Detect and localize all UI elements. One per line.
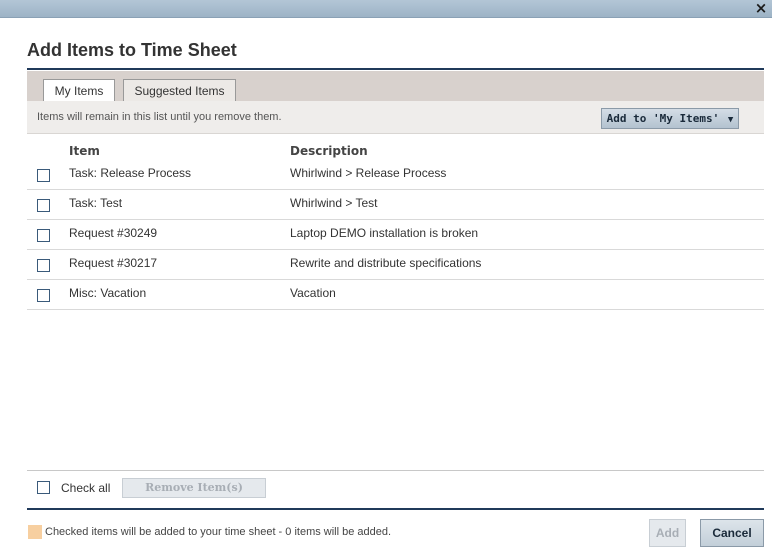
check-all-label[interactable]: Check all [61,481,110,495]
cancel-button[interactable]: Cancel [700,519,764,547]
tab-bar: My Items Suggested Items [27,71,764,101]
row-item: Task: Test [69,196,123,210]
footer-legend-text: Checked items will be added to your time… [45,526,392,538]
row-description: Whirlwind > Test [290,196,378,210]
row-item: Misc: Vacation [69,286,147,300]
chevron-down-icon: ▼ [727,115,734,125]
row-checkbox[interactable] [37,169,50,182]
column-header-description: Description [290,144,368,158]
row-checkbox[interactable] [37,289,50,302]
list-bottom-divider [27,470,764,471]
row-checkbox[interactable] [37,199,50,212]
info-bar: Items will remain in this list until you… [27,101,764,134]
remove-items-button[interactable]: Remove Item(s) [122,478,266,498]
info-text: Items will remain in this list until you… [37,111,282,123]
close-icon[interactable]: × [754,0,768,17]
add-to-my-items-button[interactable]: Add to 'My Items' ▼ [601,108,739,129]
table-row: Request #30249 Laptop DEMO installation … [27,220,764,250]
column-header-item: Item [69,144,100,158]
row-description: Vacation [290,286,336,300]
tab-suggested-items[interactable]: Suggested Items [123,79,236,101]
table-row: Misc: Vacation Vacation [27,280,764,310]
dialog-title: Add Items to Time Sheet [27,40,237,60]
row-item: Request #30249 [69,226,158,240]
add-to-my-items-label: Add to 'My Items' [606,112,720,125]
footer-divider [27,508,764,510]
tab-my-items[interactable]: My Items [43,79,115,101]
table-row: Task: Test Whirlwind > Test [27,190,764,220]
check-all-checkbox[interactable] [37,481,50,494]
row-checkbox[interactable] [37,259,50,272]
row-description: Laptop DEMO installation is broken [290,226,479,240]
row-checkbox[interactable] [37,229,50,242]
row-description: Rewrite and distribute specifications [290,256,482,270]
window-titlebar [0,0,772,18]
title-divider [27,68,764,70]
row-item: Task: Release Process [69,166,192,180]
add-button[interactable]: Add [649,519,686,547]
row-item: Request #30217 [69,256,158,270]
row-description: Whirlwind > Release Process [290,166,447,180]
table-row: Request #30217 Rewrite and distribute sp… [27,250,764,280]
legend-swatch [28,525,42,539]
table-row: Task: Release Process Whirlwind > Releas… [27,160,764,190]
